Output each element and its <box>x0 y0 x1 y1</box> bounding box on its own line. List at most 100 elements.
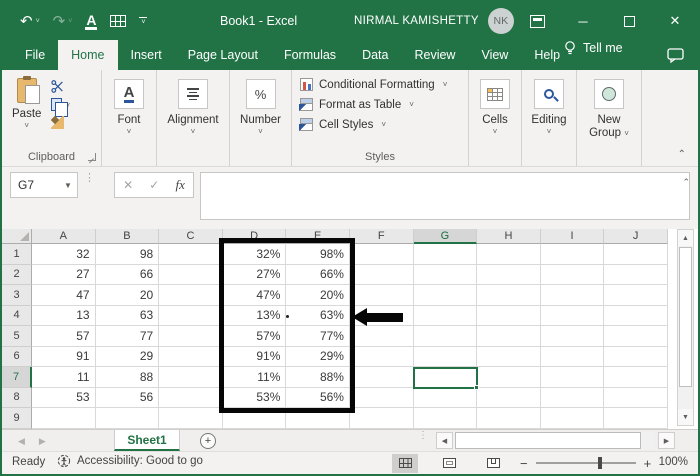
cell-F2[interactable] <box>350 265 414 286</box>
cell-I8[interactable] <box>541 388 605 409</box>
account-area[interactable]: NIRMAL KAMISHETTY NK <box>354 2 514 40</box>
cell-B8[interactable]: 56 <box>96 388 160 409</box>
cancel-icon[interactable]: ✕ <box>123 178 133 192</box>
cell-styles-button[interactable]: Cell Styles˅ <box>300 118 468 131</box>
cell-H6[interactable] <box>477 347 541 368</box>
format-as-table-button[interactable]: Format as Table˅ <box>300 98 468 111</box>
ribbon-display-options-button[interactable] <box>514 2 560 40</box>
chevron-down-icon[interactable]: ˅ <box>624 129 629 138</box>
cell-F3[interactable] <box>350 285 414 306</box>
fill-handle[interactable] <box>474 385 479 390</box>
cell-H1[interactable] <box>477 244 541 265</box>
page-layout-view-button[interactable] <box>436 454 462 473</box>
select-all-button[interactable] <box>2 229 32 244</box>
editing-group[interactable]: Editing ˅ <box>522 70 577 166</box>
cell-F9[interactable] <box>350 408 414 429</box>
avatar[interactable]: NK <box>488 8 514 34</box>
scroll-right-icon[interactable]: ▶ <box>658 432 675 449</box>
cell-B2[interactable]: 66 <box>96 265 160 286</box>
cell-G3[interactable] <box>414 285 478 306</box>
zoom-out-button[interactable]: − <box>520 456 528 471</box>
new-group[interactable]: New Group ˅ <box>577 70 642 166</box>
enter-icon[interactable]: ✓ <box>149 178 159 192</box>
cell-J9[interactable] <box>604 408 668 429</box>
column-header-B[interactable]: B <box>96 229 160 244</box>
tab-data[interactable]: Data <box>349 40 401 70</box>
cell-J2[interactable] <box>604 265 668 286</box>
cell-C6[interactable] <box>159 347 223 368</box>
tab-page-layout[interactable]: Page Layout <box>175 40 271 70</box>
cell-B1[interactable]: 98 <box>96 244 160 265</box>
cell-G5[interactable] <box>414 326 478 347</box>
row-header-7[interactable]: 7 <box>2 367 32 388</box>
row-header-3[interactable]: 3 <box>2 285 32 306</box>
font-color-button[interactable]: A <box>85 13 97 30</box>
chevron-down-icon[interactable]: ˅ <box>191 127 196 136</box>
formula-input[interactable] <box>200 172 690 220</box>
conditional-formatting-button[interactable]: Conditional Formatting˅ <box>300 78 468 91</box>
cell-J3[interactable] <box>604 285 668 306</box>
cell-A8[interactable]: 53 <box>32 388 96 409</box>
column-header-F[interactable]: F <box>350 229 414 244</box>
cell-G8[interactable] <box>414 388 478 409</box>
cell-H8[interactable] <box>477 388 541 409</box>
cell-I3[interactable] <box>541 285 605 306</box>
cell-A3[interactable]: 47 <box>32 285 96 306</box>
column-header-G[interactable]: G <box>414 229 478 244</box>
number-group[interactable]: % Number ˅ <box>230 70 292 166</box>
cell-A5[interactable]: 57 <box>32 326 96 347</box>
cell-F8[interactable] <box>350 388 414 409</box>
page-break-view-button[interactable] <box>480 454 506 473</box>
cell-C4[interactable] <box>159 306 223 327</box>
chevron-down-icon[interactable]: ˅ <box>24 121 29 130</box>
collapse-ribbon-button[interactable]: ⌃ <box>678 149 686 160</box>
cell-I1[interactable] <box>541 244 605 265</box>
chevron-down-icon[interactable]: ˅ <box>493 127 498 136</box>
cell-I9[interactable] <box>541 408 605 429</box>
cell-A7[interactable]: 11 <box>32 367 96 388</box>
vertical-scroll-thumb[interactable] <box>679 247 692 387</box>
cell-J8[interactable] <box>604 388 668 409</box>
customize-qat-button[interactable]: ˅ <box>139 17 147 26</box>
chevron-down-icon[interactable]: ˅ <box>36 18 40 25</box>
cell-J7[interactable] <box>604 367 668 388</box>
row-header-5[interactable]: 5 <box>2 326 32 347</box>
font-group[interactable]: A Font ˅ <box>102 70 157 166</box>
borders-button[interactable] <box>110 15 126 27</box>
accessibility-status[interactable]: Accessibility: Good to go <box>57 454 203 468</box>
tab-view[interactable]: View <box>468 40 521 70</box>
cell-B9[interactable] <box>96 408 160 429</box>
zoom-slider-thumb[interactable] <box>598 457 602 469</box>
cells-group[interactable]: Cells ˅ <box>469 70 522 166</box>
column-header-A[interactable]: A <box>32 229 96 244</box>
chevron-down-icon[interactable]: ▼ <box>59 181 77 190</box>
row-header-2[interactable]: 2 <box>2 265 32 286</box>
alignment-group[interactable]: Alignment ˅ <box>157 70 230 166</box>
paste-button[interactable]: Paste ˅ <box>12 78 41 130</box>
cell-A9[interactable] <box>32 408 96 429</box>
cell-C1[interactable] <box>159 244 223 265</box>
vertical-scrollbar[interactable]: ▲ ▼ <box>677 229 694 426</box>
cell-C2[interactable] <box>159 265 223 286</box>
chevron-down-icon[interactable]: ˅ <box>258 127 263 136</box>
row-header-4[interactable]: 4 <box>2 306 32 327</box>
cell-G2[interactable] <box>414 265 478 286</box>
row-header-1[interactable]: 1 <box>2 244 32 265</box>
dialog-launcher-icon[interactable] <box>88 153 96 161</box>
zoom-in-button[interactable]: + <box>644 456 652 471</box>
cell-J5[interactable] <box>604 326 668 347</box>
cell-C5[interactable] <box>159 326 223 347</box>
cell-A2[interactable]: 27 <box>32 265 96 286</box>
close-button[interactable]: ✕ <box>652 2 698 40</box>
cell-A1[interactable]: 32 <box>32 244 96 265</box>
column-header-H[interactable]: H <box>477 229 541 244</box>
cell-I5[interactable] <box>541 326 605 347</box>
cell-B4[interactable]: 63 <box>96 306 160 327</box>
cell-B3[interactable]: 20 <box>96 285 160 306</box>
tab-review[interactable]: Review <box>401 40 468 70</box>
chevron-down-icon[interactable]: ˅ <box>547 127 552 136</box>
cell-J1[interactable] <box>604 244 668 265</box>
minimize-button[interactable]: ─ <box>560 2 606 40</box>
tab-file[interactable]: File <box>12 40 58 70</box>
cell-H4[interactable] <box>477 306 541 327</box>
